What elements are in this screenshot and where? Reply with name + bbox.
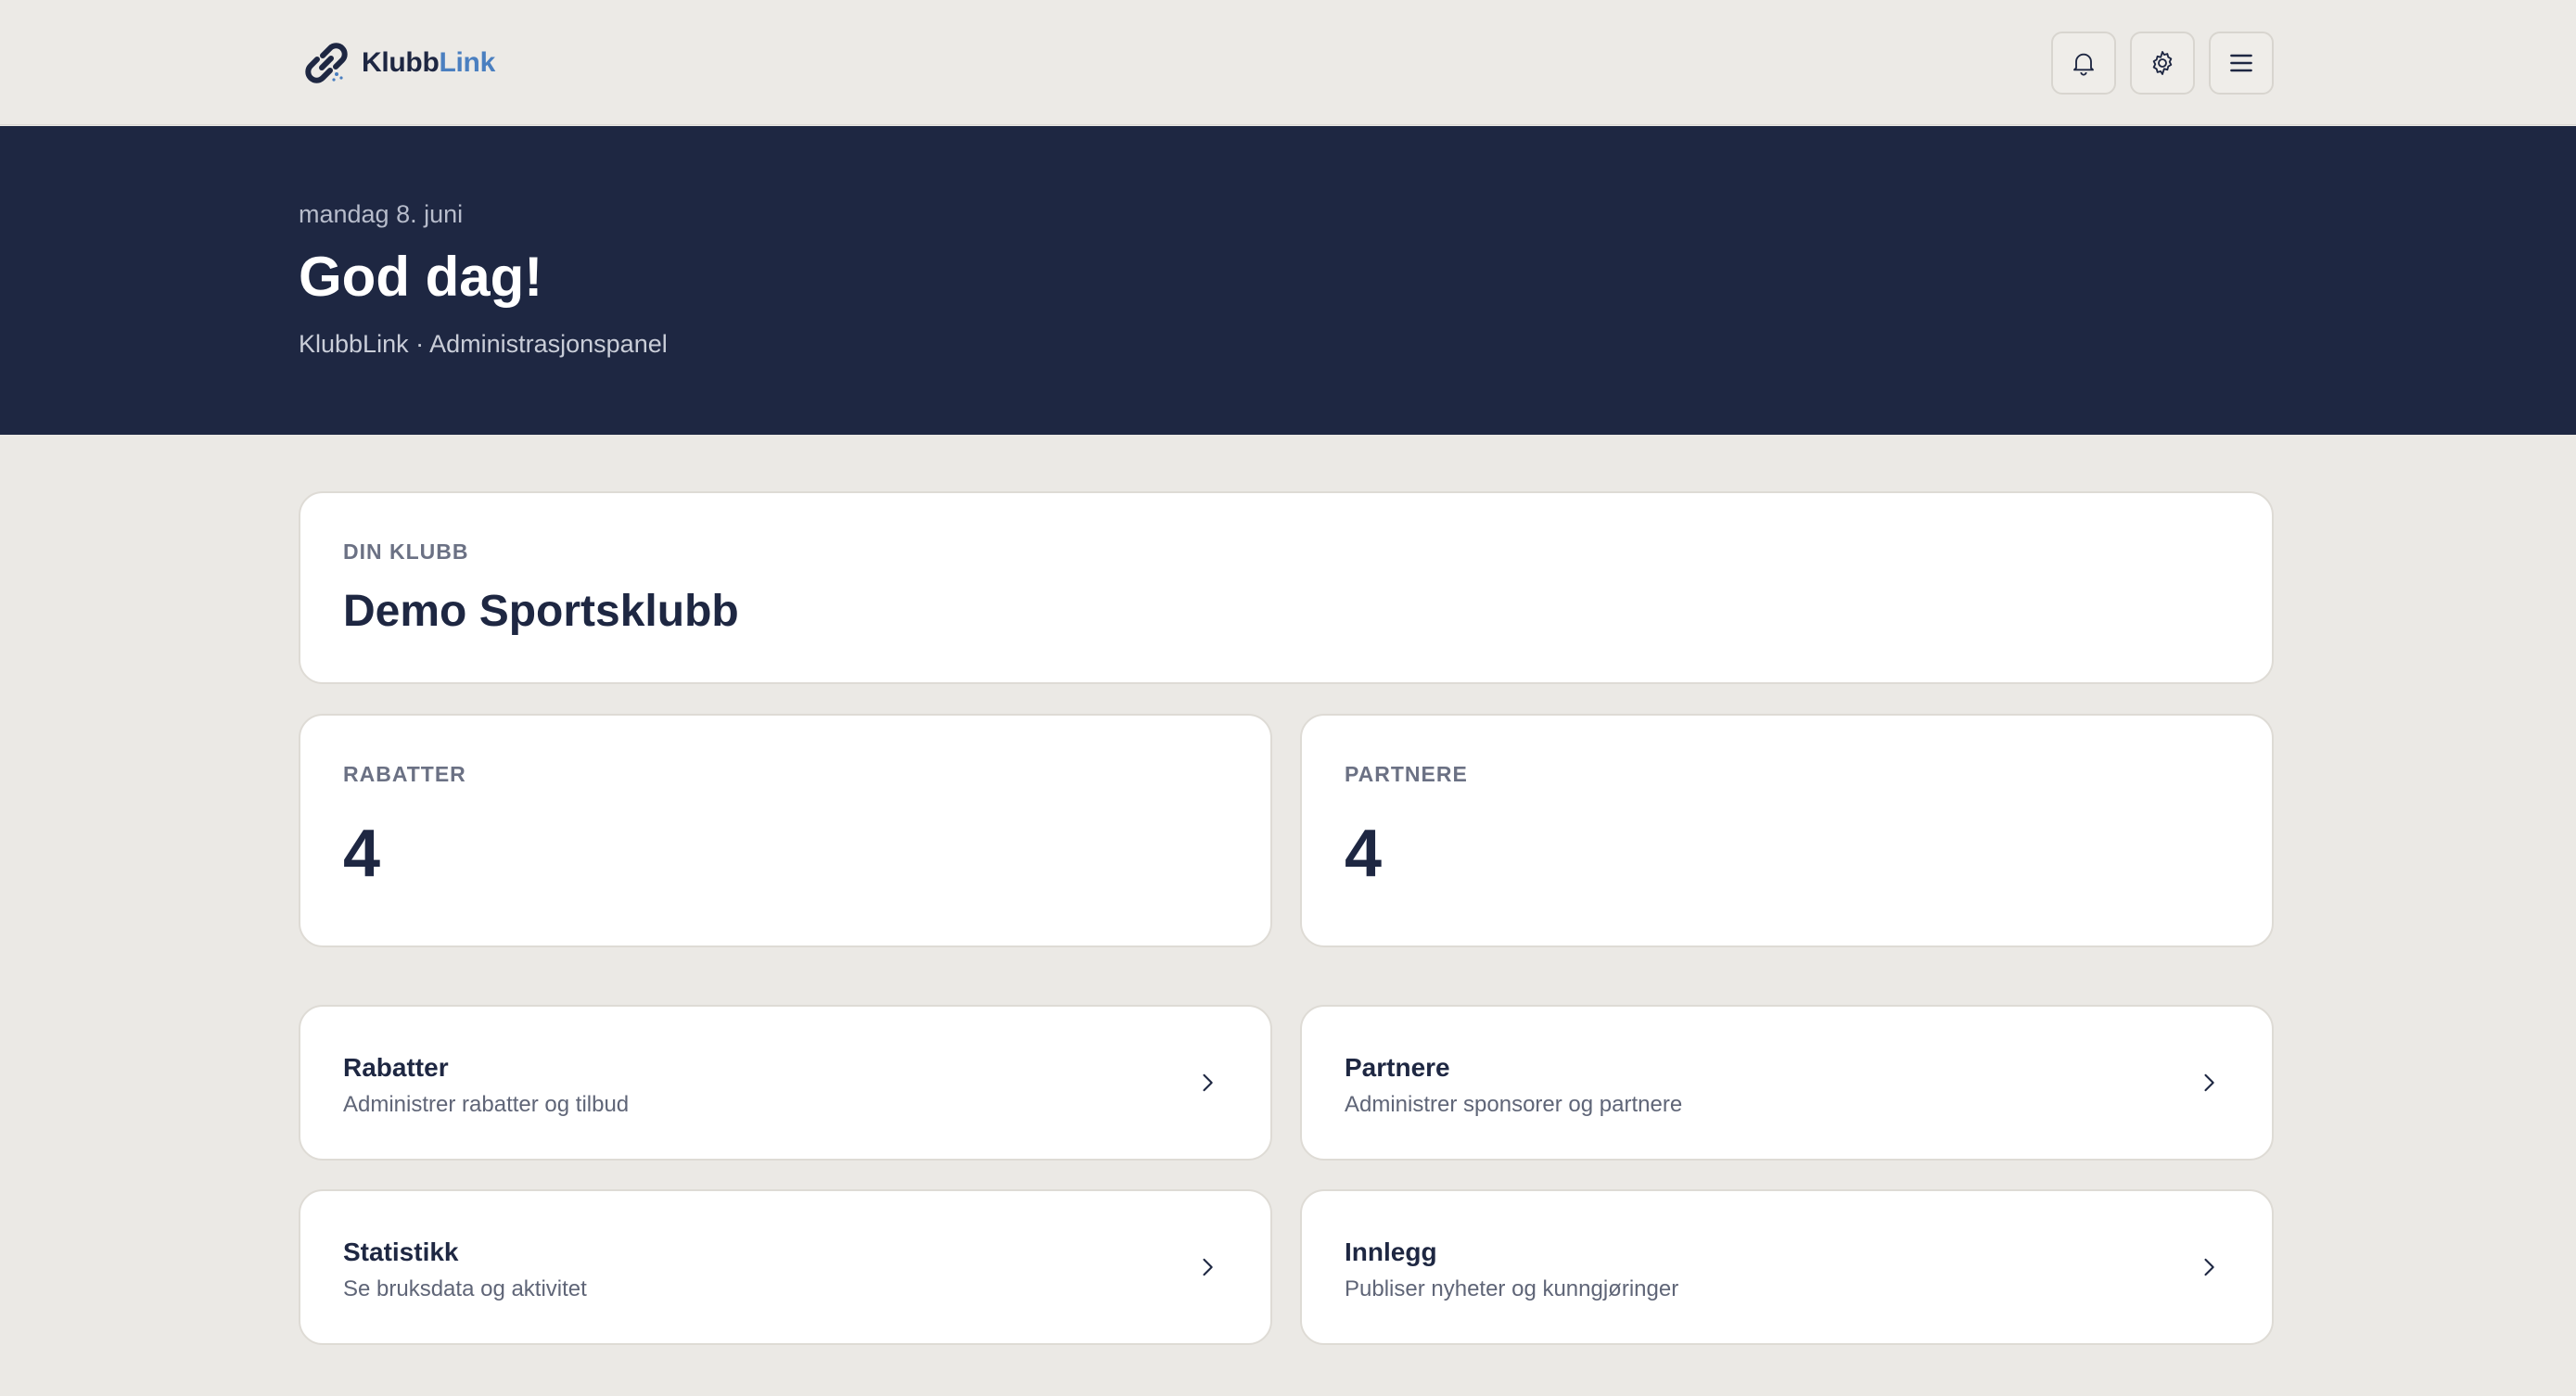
stat-label: PARTNERE [1345, 762, 1468, 786]
nav-card-rabatter[interactable]: Rabatter Administrer rabatter og tilbud [299, 1005, 1272, 1161]
nav-card-description: Administrer rabatter og tilbud [343, 1092, 630, 1117]
settings-button[interactable] [2130, 32, 2195, 95]
chevron-right-icon [2204, 1073, 2214, 1092]
notifications-button[interactable] [2051, 32, 2116, 95]
nav-card-partnere[interactable]: Partnere Administrer sponsorer og partne… [1300, 1005, 2274, 1161]
brand-name: KlubbLink [362, 47, 495, 79]
chevron-right-icon [1203, 1073, 1213, 1092]
klubblink-logo[interactable]: KlubbLink [299, 35, 495, 91]
top-navbar: KlubbLink [0, 0, 2576, 125]
bell-icon [2073, 53, 2094, 76]
chevron-right-icon [1203, 1258, 1213, 1276]
brand-name-part1: Klubb [362, 47, 440, 78]
menu-button[interactable] [2209, 32, 2274, 95]
stat-card-partnere: PARTNERE 4 [1300, 714, 2274, 947]
stat-value: 4 [343, 817, 381, 891]
stat-label: RABATTER [343, 762, 466, 786]
nav-card-description: Administrer sponsorer og partnere [1345, 1092, 1683, 1117]
greeting-heading: God dag! [299, 246, 543, 308]
chevron-right-icon [2204, 1258, 2214, 1276]
nav-card-description: Publiser nyheter og kunngjøringer [1345, 1276, 1679, 1301]
nav-card-innlegg[interactable]: Innlegg Publiser nyheter og kunngjøringe… [1300, 1189, 2274, 1345]
link-chain-icon [305, 43, 348, 83]
nav-card-title: Innlegg [1345, 1237, 1437, 1266]
brand-name-part2: Link [439, 47, 495, 78]
current-date: mandag 8. juni [299, 200, 464, 228]
club-name: Demo Sportsklubb [343, 587, 739, 636]
menu-icon [2230, 54, 2252, 72]
nav-card-title: Statistikk [343, 1237, 459, 1266]
hero-subtitle: KlubbLink · Administrasjonspanel [299, 330, 668, 358]
nav-card-title: Partnere [1345, 1053, 1450, 1082]
stat-card-rabatter: RABATTER 4 [299, 714, 1272, 947]
gear-icon [2152, 51, 2173, 75]
club-label: DIN KLUBB [343, 539, 469, 564]
stat-value: 4 [1345, 817, 1383, 891]
nav-card-description: Se bruksdata og aktivitet [343, 1276, 587, 1301]
nav-card-title: Rabatter [343, 1053, 449, 1082]
nav-card-statistikk[interactable]: Statistikk Se bruksdata og aktivitet [299, 1189, 1272, 1345]
club-card: DIN KLUBB Demo Sportsklubb [299, 491, 2274, 684]
welcome-banner: mandag 8. juni God dag! KlubbLink · Admi… [0, 126, 2576, 435]
